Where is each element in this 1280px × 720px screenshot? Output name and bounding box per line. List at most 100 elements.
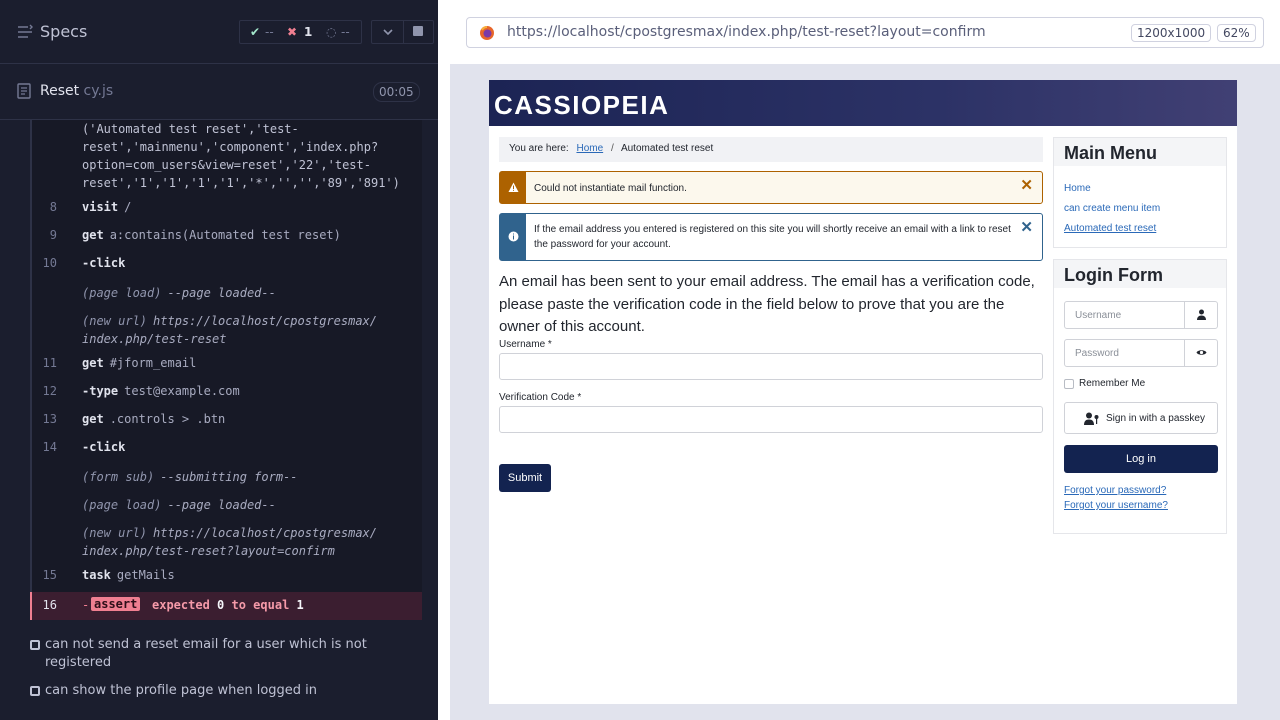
login-password-input[interactable]: Password [1064, 339, 1218, 367]
warning-alert: Could not instantiate mail function. ✕ [499, 171, 1043, 204]
menu-item-reset[interactable]: Automated test reset [1064, 223, 1156, 234]
login-username-input[interactable]: Username [1064, 301, 1218, 329]
breadcrumb-home-link[interactable]: Home [576, 143, 603, 154]
command-log: ('Automated test reset','test- reset','m… [30, 120, 422, 620]
remember-me-checkbox[interactable] [1064, 379, 1074, 389]
spec-duration: 00:05 [373, 82, 420, 102]
pending-count: -- [341, 25, 350, 39]
command-number: 12 [42, 384, 57, 398]
spec-file-row[interactable]: Reset cy.js 00:05 [0, 64, 438, 120]
event-label: (new url) https://localhost/cpostgresmax/… [82, 526, 377, 558]
main-menu-module: Main Menu Home can create menu item Auto… [1053, 137, 1227, 248]
command-number: 11 [42, 356, 57, 370]
command-arg: getMails [116, 568, 175, 582]
command-arg: a:contains(Automated test reset) [109, 228, 341, 242]
login-form-module: Login Form Username Password Remember Me… [1053, 259, 1227, 534]
alert-message: If the email address you entered is regi… [534, 224, 1011, 250]
chevron-down-icon[interactable] [380, 25, 396, 39]
command-name: -click [82, 256, 126, 270]
resize-strip [438, 64, 450, 720]
viewport-size-badge[interactable]: 1200x1000 [1131, 24, 1212, 42]
command-name: -click [82, 440, 126, 454]
command-name: get .controls > .btn [82, 412, 226, 426]
command-continuation: ('Automated test reset','test- reset','m… [82, 122, 400, 190]
cypress-runner: Specs ✔ -- ✖ 1 ◌ -- Reset cy.js 00:05 ('… [0, 0, 1280, 720]
command-number: 14 [42, 440, 57, 454]
confirm-intro: An email has been sent to your email add… [499, 273, 1035, 335]
close-icon[interactable]: ✕ [1020, 176, 1033, 194]
user-icon [1184, 302, 1217, 328]
specs-list-icon[interactable] [17, 24, 33, 40]
pending-test-icon [30, 686, 40, 696]
menu-item-create[interactable]: can create menu item [1064, 203, 1160, 214]
stop-icon[interactable] [413, 26, 423, 36]
command-name: visit / [82, 200, 132, 214]
passkey-label: Sign in with a passkey [1106, 413, 1205, 424]
assert-message: expected 0 to equal 1 [152, 598, 304, 612]
command-arg: / [124, 200, 132, 214]
eye-icon[interactable] [1184, 340, 1217, 366]
spec-file-ext: cy.js [79, 83, 114, 99]
divider [403, 21, 404, 43]
event-message-cont: index.php/test-reset [82, 332, 227, 346]
event-message: https://localhost/cpostgresmax/ [153, 526, 377, 540]
command-arg: .controls > .btn [109, 412, 226, 426]
specs-title[interactable]: Specs [40, 22, 87, 41]
event-message: --page loaded-- [167, 498, 276, 512]
event-label: (form sub) --submitting form-- [82, 470, 298, 484]
breadcrumb-prefix: You are here: [509, 143, 569, 154]
forgot-username-link[interactable]: Forgot your username? [1064, 500, 1168, 511]
command-arg: test@example.com [124, 384, 240, 398]
test-title: can show the profile page when logged in [45, 683, 318, 698]
info-icon [508, 231, 519, 242]
event-message: --page loaded-- [167, 286, 276, 300]
site-frame: CASSIOPEIA You are here: Home / Automate… [489, 80, 1237, 704]
info-alert: If the email address you entered is regi… [499, 213, 1043, 261]
breadcrumb: You are here: Home / Automated test rese… [499, 137, 1043, 162]
alert-side [500, 172, 526, 203]
menu-item-home[interactable]: Home [1064, 183, 1091, 194]
passed-count: -- [265, 25, 274, 39]
passkey-button[interactable]: Sign in with a passkey [1064, 402, 1218, 434]
pending-icon: ◌ [326, 25, 337, 39]
command-number: 13 [42, 412, 57, 426]
login-button[interactable]: Log in [1064, 445, 1218, 473]
main-menu-title: Main Menu [1064, 143, 1157, 163]
command-number: 15 [42, 568, 57, 582]
warning-icon [508, 182, 519, 192]
command-number: 16 [42, 598, 57, 612]
run-controls [371, 20, 434, 44]
test-stats: ✔ -- ✖ 1 ◌ -- [239, 20, 362, 44]
event-message: --submitting form-- [160, 470, 298, 484]
card-header: Main Menu [1054, 138, 1226, 166]
submit-button[interactable]: Submit [499, 464, 551, 492]
url-bar[interactable]: https://localhost/cpostgresmax/index.php… [466, 17, 1264, 48]
placeholder: Password [1075, 348, 1119, 359]
forgot-password-link[interactable]: Forgot your password? [1064, 485, 1166, 496]
pending-test-icon [30, 640, 40, 650]
command-number: 8 [49, 200, 57, 214]
alert-message: Could not instantiate mail function. [534, 183, 687, 194]
zoom-badge: 62% [1217, 24, 1256, 42]
alert-side [500, 214, 526, 260]
event-message: https://localhost/cpostgresmax/ [153, 314, 377, 328]
verification-code-input[interactable] [499, 406, 1043, 433]
assert-dash: - [82, 598, 90, 612]
site-brand[interactable]: CASSIOPEIA [494, 90, 669, 121]
test-title: can not send a reset email for a user wh… [45, 637, 367, 670]
site-header: CASSIOPEIA [489, 80, 1237, 126]
command-arg: #jform_email [109, 356, 197, 370]
command-name: get #jform_email [82, 356, 197, 370]
failed-icon: ✖ [287, 25, 298, 39]
url-text[interactable]: https://localhost/cpostgresmax/index.php… [507, 24, 986, 40]
username-input[interactable] [499, 353, 1043, 380]
failed-assert-row[interactable]: 16 - assert expected 0 to equal 1 [30, 592, 422, 620]
passed-icon: ✔ [250, 25, 261, 39]
login-form-title: Login Form [1064, 265, 1163, 285]
verification-code-label: Verification Code * [499, 392, 582, 403]
event-label: (page load) --page loaded-- [82, 498, 276, 512]
event-message-cont: index.php/test-reset?layout=confirm [82, 544, 335, 558]
close-icon[interactable]: ✕ [1020, 218, 1033, 236]
assert-badge: assert [91, 597, 141, 611]
firefox-icon [480, 26, 494, 40]
